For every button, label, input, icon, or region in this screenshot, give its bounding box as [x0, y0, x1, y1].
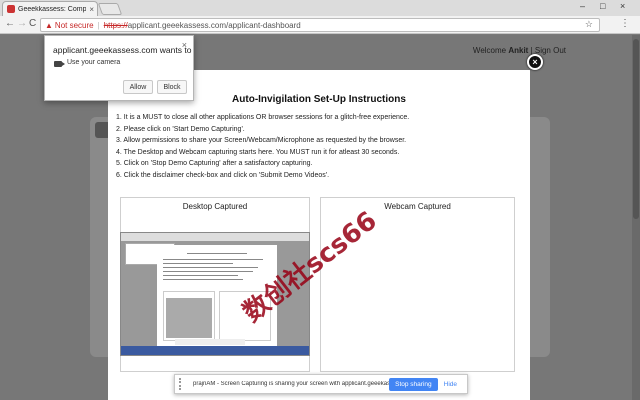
welcome-prefix: Welcome [472, 46, 509, 55]
sharing-status-text: prajnAM - Screen Capturing is sharing yo… [193, 381, 390, 387]
screen-sharing-bar: prajnAM - Screen Capturing is sharing yo… [174, 374, 468, 394]
modal-close-icon[interactable]: × [527, 54, 543, 70]
new-tab-button[interactable] [97, 3, 123, 15]
preview-line [163, 271, 253, 272]
page-scrollbar[interactable] [632, 35, 640, 400]
allow-button[interactable]: Allow [123, 80, 153, 94]
url-text: applicant.geeekassess.com/applicant-dash… [127, 20, 301, 30]
back-icon[interactable]: ← [5, 18, 15, 29]
browser-menu-icon[interactable]: ⋮ [620, 18, 630, 29]
block-button[interactable]: Block [157, 80, 187, 94]
window-close-icon[interactable]: × [620, 1, 625, 11]
hide-button[interactable]: Hide [444, 381, 457, 388]
tab-close-icon[interactable]: × [89, 5, 94, 14]
preview-desktop-box [163, 291, 215, 341]
stop-sharing-button[interactable]: Stop sharing [389, 377, 438, 391]
preview-line [163, 275, 238, 276]
preview-taskbar [121, 346, 309, 355]
warning-icon: ▲ [45, 20, 53, 30]
preview-browser-bar [121, 233, 309, 241]
reload-icon[interactable]: C [29, 18, 36, 29]
camera-permission-popup: applicant.geeekassess.com wants to × Use… [44, 35, 194, 101]
instruction-list: 1. It is a MUST to close all other appli… [116, 112, 526, 182]
permission-close-icon[interactable]: × [182, 40, 187, 50]
tab-strip: Geeekkassess: Comprehens × – □ × [0, 0, 640, 16]
instruction-item: 6. Click the disclaimer check-box and cl… [116, 171, 330, 179]
camera-icon [54, 61, 65, 67]
omnibox-separator: | [97, 20, 100, 30]
maximize-icon[interactable]: □ [600, 1, 605, 11]
site-favicon-icon [7, 5, 15, 13]
url-scheme: https:// [103, 20, 128, 30]
welcome-header: Welcome Ankit | Sign Out [473, 46, 566, 55]
instruction-item: 5. Click on 'Stop Demo Capturing' after … [116, 160, 313, 168]
preview-line [163, 259, 263, 260]
preview-line [163, 263, 233, 264]
desktop-captured-title: Desktop Captured [182, 202, 248, 211]
preview-line [187, 253, 247, 254]
preview-share-bar [175, 339, 245, 345]
bookmark-star-icon[interactable]: ☆ [585, 19, 593, 30]
instruction-item: 2. Please click on 'Start Demo Capturing… [116, 125, 245, 133]
browser-tab[interactable]: Geeekkassess: Comprehens × [2, 1, 98, 16]
scrollbar-thumb[interactable] [633, 39, 639, 219]
preview-line [163, 267, 258, 268]
address-bar[interactable]: ▲ Not secure | https:// applicant.geeeka… [40, 18, 600, 32]
instruction-item: 3. Allow permissions to share your Scree… [116, 137, 407, 145]
drag-handle-icon[interactable] [179, 378, 185, 390]
forward-icon[interactable]: → [17, 18, 27, 29]
permission-title: applicant.geeekassess.com wants to [53, 45, 192, 55]
instruction-item: 1. It is a MUST to close all other appli… [116, 114, 410, 121]
preview-nested-capture [166, 298, 212, 338]
sign-out-link[interactable]: Sign Out [535, 46, 566, 55]
user-name: Ankit [508, 46, 529, 55]
minimize-icon[interactable]: – [580, 1, 585, 11]
permission-camera-text: Use your camera [67, 59, 121, 66]
browser-toolbar: ← → C ▲ Not secure | https:// applicant.… [0, 16, 640, 34]
tab-title: Geeekkassess: Comprehens [18, 5, 87, 13]
instruction-item: 4. The Desktop and Webcam capturing star… [116, 148, 400, 156]
preview-line [163, 279, 243, 280]
not-secure-label[interactable]: Not secure [55, 21, 94, 30]
